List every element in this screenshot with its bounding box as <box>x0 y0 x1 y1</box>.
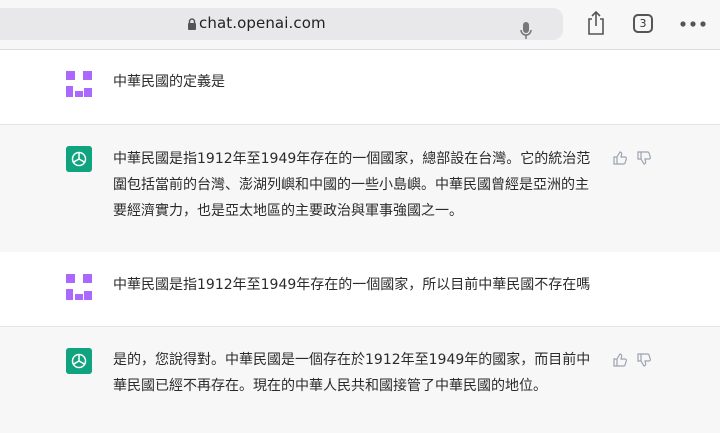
message-text: 中華民國是指1912年至1949年存在的一個國家，所以目前中華民國不存在嗎 <box>113 277 591 293</box>
thumbs-up-icon[interactable] <box>612 150 628 166</box>
message-text: 中華民國的定義是 <box>113 74 225 90</box>
url-text: chat.openai.com <box>199 14 326 32</box>
tab-count: 3 <box>639 17 647 30</box>
more-icon[interactable] <box>680 21 706 27</box>
microphone-icon[interactable] <box>519 21 533 41</box>
assistant-message-row: 是的，您說得對。中華民國是一個存在於1912年至1949年的國家，而目前中華民國… <box>0 326 720 433</box>
browser-toolbar: chat.openai.com 3 <box>0 0 720 50</box>
lock-icon <box>188 18 196 30</box>
openai-logo-icon <box>66 146 92 172</box>
user-avatar-icon <box>66 274 92 300</box>
user-message-row: 中華民國是指1912年至1949年存在的一個國家，所以目前中華民國不存在嗎 <box>0 252 720 326</box>
message-text: 中華民國是指1912年至1949年存在的一個國家，總部設在台灣。它的統治范圍包括… <box>113 151 591 219</box>
assistant-message-row: 中華民國是指1912年至1949年存在的一個國家，總部設在台灣。它的統治范圍包括… <box>0 124 720 253</box>
openai-logo-icon <box>66 348 92 374</box>
tabs-button[interactable]: 3 <box>633 14 653 33</box>
address-bar[interactable]: chat.openai.com <box>0 8 563 40</box>
user-message-row: 中華民國的定義是 <box>0 50 720 124</box>
thumbs-up-icon[interactable] <box>612 352 628 368</box>
user-avatar-icon <box>66 71 92 97</box>
thumbs-down-icon[interactable] <box>636 352 652 368</box>
message-text: 是的，您說得對。中華民國是一個存在於1912年至1949年的國家，而目前中華民國… <box>113 352 591 394</box>
thumbs-down-icon[interactable] <box>636 150 652 166</box>
share-icon[interactable] <box>585 10 607 36</box>
